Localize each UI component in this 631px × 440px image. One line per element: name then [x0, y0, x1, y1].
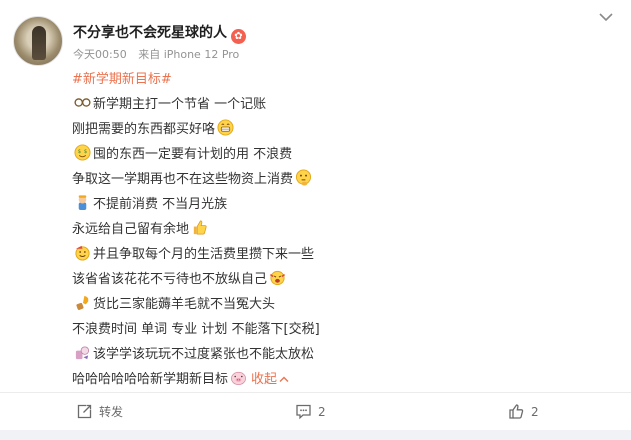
content-line: 货比三家能薅羊毛就不当冤大头: [72, 292, 612, 317]
weibo-post-card: 不分享也不会死星球的人 ✿ 今天00:50 来自 iPhone 12 Pro #新…: [0, 0, 631, 430]
thumbs-up-icon: [509, 404, 524, 419]
like-button[interactable]: 2: [508, 402, 539, 422]
chevron-down-icon[interactable]: [598, 10, 614, 24]
svg-text:$: $: [84, 149, 87, 155]
repost-icon: [77, 404, 92, 419]
cheer-emoji-icon: [75, 346, 90, 360]
svg-text:$: $: [78, 149, 81, 155]
glasses-emoji-icon: [74, 98, 91, 107]
line-text: 囤的东西一定要有计划的用 不浪费: [93, 147, 293, 162]
content-line: 不浪费时间 单词 专业 计划 不能落下[交税]: [72, 317, 612, 342]
content-line: 不提前消费 不当月光族: [72, 192, 612, 217]
avatar[interactable]: [13, 16, 63, 66]
repost-button[interactable]: 转发: [76, 402, 123, 422]
collapse-label[interactable]: 收起: [251, 372, 277, 387]
comment-button[interactable]: 2: [295, 402, 326, 422]
thinking-emoji-icon: [295, 169, 312, 186]
party-emoji-icon: [75, 245, 90, 261]
content-line: 刚把需要的东西都买好咯: [72, 117, 612, 142]
line-text: 不浪费时间 单词 专业 计划 不能落下[交税]: [72, 322, 320, 337]
line-text: 不提前消费 不当月光族: [93, 197, 228, 212]
grin-emoji-icon: [217, 119, 234, 136]
money-face-emoji-icon: $ $: [74, 144, 91, 161]
cheering-face-emoji-icon: [270, 270, 286, 286]
line-text: 货比三家能薅羊毛就不当冤大头: [93, 297, 276, 312]
content-line: 永远给自己留有余地: [72, 217, 612, 242]
content-line: 该省省该花花不亏待也不放纵自己: [72, 267, 612, 292]
mascot-emoji-icon: [78, 195, 87, 211]
repost-label: 转发: [99, 405, 124, 419]
post-time[interactable]: 今天00:50: [73, 48, 127, 61]
post-source: 来自 iPhone 12 Pro: [138, 48, 240, 61]
line-text: 并且争取每个月的生活费里攒下来一些: [93, 247, 315, 262]
action-bar: 转发 2 2: [0, 396, 631, 428]
line-text: 刚把需要的东西都买好咯: [72, 122, 216, 137]
content-line: 哈哈哈哈哈哈新学期新目标 收起: [72, 367, 612, 392]
like-count: 2: [531, 405, 539, 419]
line-text: 哈哈哈哈哈哈新学期新目标: [72, 372, 229, 387]
line-text: 该省省该花花不亏待也不放纵自己: [72, 272, 268, 287]
line-text: 该学学该玩玩不过度紧张也不能太放松: [93, 347, 315, 362]
content-line: 并且争取每个月的生活费里攒下来一些: [72, 242, 612, 267]
pig-emoji-icon: [231, 371, 246, 385]
author-name[interactable]: 不分享也不会死星球的人 ✿: [73, 22, 246, 44]
line-text: 新学期主打一个节省 一个记账: [93, 97, 267, 112]
idea-emoji-icon: [76, 295, 89, 310]
thumbs-up-emoji-icon: [193, 220, 207, 235]
content-line: 新学期主打一个节省 一个记账: [72, 92, 612, 117]
content-line: $ $ 囤的东西一定要有计划的用 不浪费: [72, 142, 612, 167]
collapse-link[interactable]: 收起: [251, 372, 289, 387]
topic-link[interactable]: #新学期新目标#: [72, 72, 172, 87]
line-text: 争取这一学期再也不在这些物资上消费: [72, 172, 294, 187]
page-background-strip: [0, 430, 631, 440]
comment-count: 2: [318, 405, 326, 419]
post-meta: 今天00:50 来自 iPhone 12 Pro: [73, 46, 247, 62]
author-name-text[interactable]: 不分享也不会死星球的人: [73, 25, 227, 41]
topic-line: #新学期新目标#: [72, 67, 612, 92]
divider: [0, 392, 631, 393]
line-text: 永远给自己留有余地: [72, 222, 190, 237]
avatar-figure: [32, 26, 46, 60]
post-content: #新学期新目标# 新学期主打一个节省 一个记账 刚把需要的东西都买好咯 $ $: [72, 67, 612, 392]
content-line: 该学学该玩玩不过度紧张也不能太放松: [72, 342, 612, 367]
vip-badge-icon: ✿: [231, 29, 246, 44]
comment-icon: [296, 404, 311, 420]
content-line: 争取这一学期再也不在这些物资上消费: [72, 167, 612, 192]
chevron-up-icon[interactable]: [279, 375, 289, 383]
